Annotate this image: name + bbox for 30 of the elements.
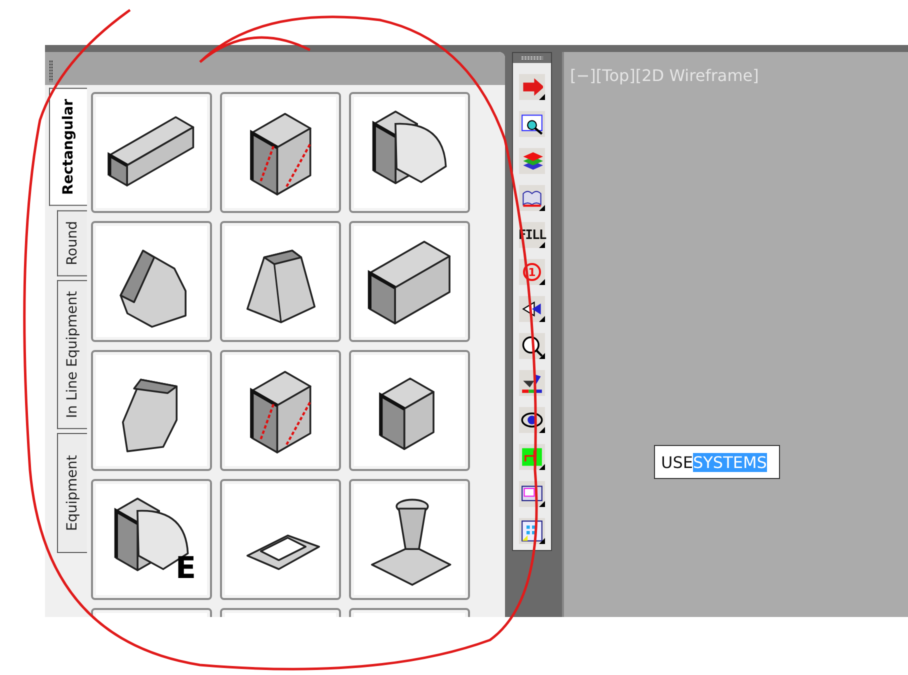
palette-tab[interactable]: Equipment (57, 433, 87, 554)
duct-fitting-tile[interactable] (349, 92, 470, 213)
duct-fitting-tile[interactable] (349, 479, 470, 600)
duct-fitting-tile[interactable] (91, 350, 212, 471)
duct-fitting-tile[interactable] (91, 92, 212, 213)
grip-handle[interactable] (49, 60, 53, 82)
toolbar-button[interactable] (519, 185, 545, 211)
toolbar-button[interactable] (519, 481, 545, 507)
duct-fitting-tile[interactable] (220, 479, 341, 600)
toolbar-button[interactable] (519, 370, 545, 396)
duct-fitting-tile[interactable] (220, 221, 341, 342)
toolbar-button[interactable] (519, 518, 545, 544)
palette-tab[interactable]: Rectangular (49, 88, 87, 206)
toolbar-button[interactable] (519, 148, 545, 174)
toolbar-button[interactable] (519, 333, 545, 359)
duct-fitting-tile[interactable] (349, 350, 470, 471)
palette-tab[interactable]: Round (57, 210, 87, 276)
palette-tab[interactable]: In Line Equipment (57, 280, 87, 430)
duct-fitting-tile[interactable] (91, 221, 212, 342)
duct-fitting-tile[interactable]: E (91, 479, 212, 600)
duct-fitting-tile[interactable] (349, 221, 470, 342)
grip-handle[interactable] (521, 56, 543, 60)
toolbar-button[interactable] (519, 74, 545, 100)
toolbar-button[interactable] (519, 111, 545, 137)
command-input[interactable]: USESYSTEMS (654, 445, 780, 479)
toolbar-button[interactable] (519, 296, 545, 322)
toolbar-button[interactable] (519, 407, 545, 433)
duct-fitting-tile[interactable] (220, 350, 341, 471)
fitting-letter: E (176, 551, 196, 586)
duct-fitting-tile[interactable] (220, 92, 341, 213)
